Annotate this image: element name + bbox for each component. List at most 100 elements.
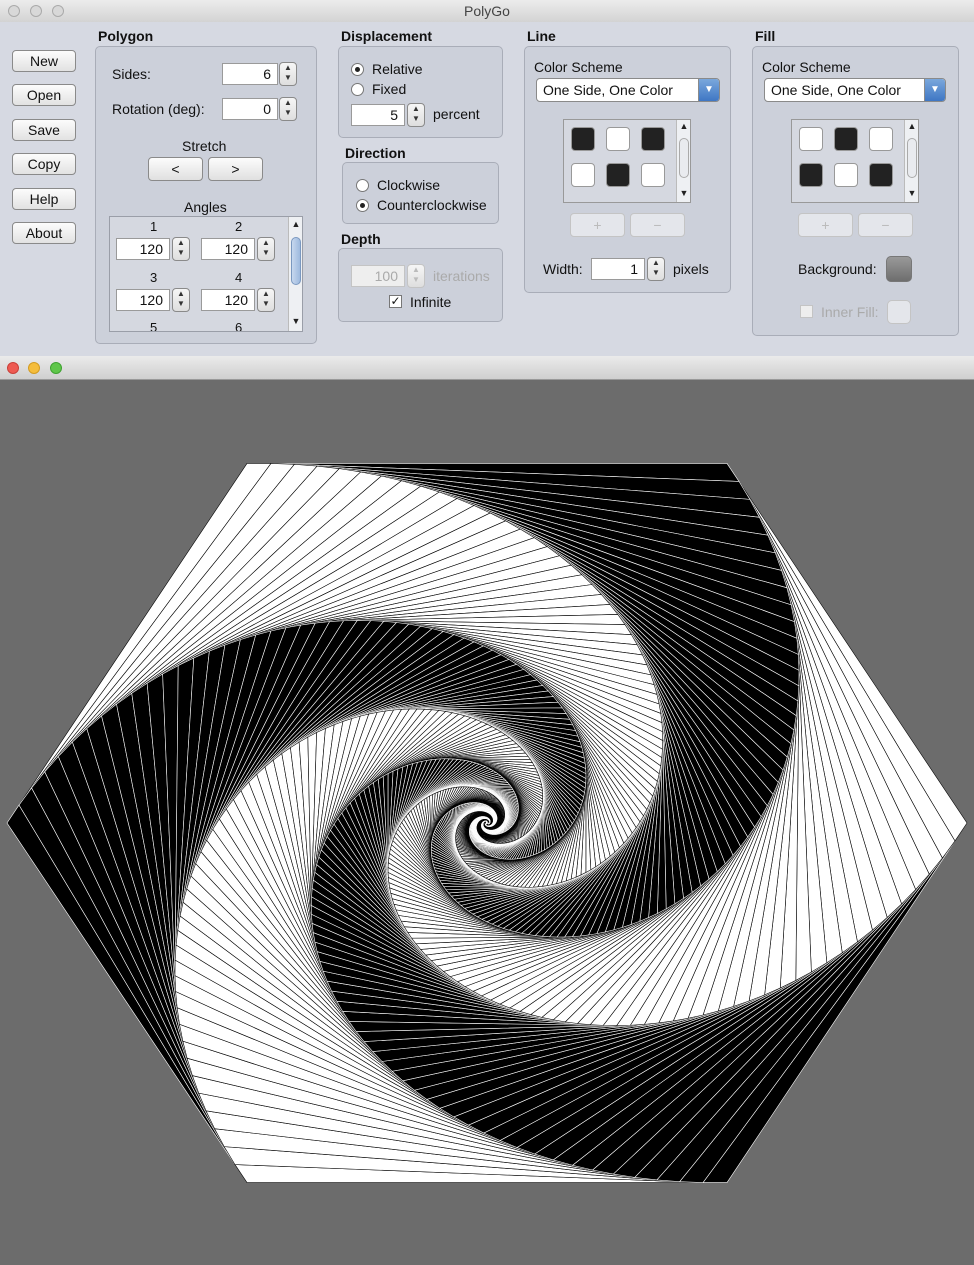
angles-list[interactable]: 1 2 120 ▲ ▼ 120 ▲ ▼ 3 4 120 ▲ ▼ 120 ▲ ▼ 5 6 … [109,216,303,332]
line-swatch[interactable] [571,163,595,187]
fill-group-title: Fill [755,28,776,44]
copy-button[interactable]: Copy [12,153,76,175]
stretch-label: Stretch [182,138,227,154]
fill-remove-color-button[interactable]: − [858,213,913,237]
fill-scheme-label: Color Scheme [762,59,851,75]
clockwise-label: Clockwise [377,177,441,193]
line-group-title: Line [527,28,556,44]
line-width-stepper[interactable]: ▲ ▼ [647,257,665,281]
fill-swatch[interactable] [799,127,823,151]
angle-4-stepper[interactable]: ▲ ▼ [257,288,275,312]
fill-swatch[interactable] [834,127,858,151]
line-swatch[interactable] [606,163,630,187]
scroll-down-icon[interactable]: ▼ [289,316,302,326]
angle-3-stepper[interactable]: ▲ ▼ [172,288,190,312]
counterclockwise-radio[interactable] [356,199,369,212]
angle-index: 4 [235,270,243,285]
line-width-label: Width: [543,261,583,277]
angle-index: 5 [150,320,158,332]
scroll-up-icon[interactable]: ▲ [289,219,302,229]
chevron-down-icon: ▼ [924,79,945,101]
line-swatch[interactable] [606,127,630,151]
sides-stepper[interactable]: ▲ ▼ [279,62,297,86]
line-width-input[interactable]: 1 [591,258,645,280]
scroll-thumb[interactable] [679,138,689,178]
drawing-window-titlebar [0,356,974,380]
line-swatch[interactable] [641,163,665,187]
fill-scheme-select[interactable]: One Side, One Color ▼ [764,78,946,102]
background-color-button[interactable] [886,256,912,282]
scroll-thumb[interactable] [291,237,301,285]
iterations-stepper[interactable]: ▲ ▼ [407,264,425,288]
depth-group-title: Depth [341,231,381,247]
angles-scrollbar[interactable]: ▲ ▼ [288,217,302,331]
line-swatch[interactable] [571,127,595,151]
angle-2-stepper[interactable]: ▲ ▼ [257,237,275,261]
zoom-window-icon[interactable] [50,362,62,374]
fill-add-color-button[interactable]: + [798,213,853,237]
angle-2-input[interactable]: 120 [201,238,255,260]
relative-radio[interactable] [351,63,364,76]
angles-label: Angles [184,199,227,215]
minimize-window-icon[interactable] [28,362,40,374]
infinite-label: Infinite [410,294,452,310]
rotation-stepper[interactable]: ▲ ▼ [279,97,297,121]
about-button[interactable]: About [12,222,76,244]
rotation-label: Rotation (deg): [112,101,205,117]
fill-swatch[interactable] [869,127,893,151]
direction-group-title: Direction [345,145,406,161]
line-scheme-label: Color Scheme [534,59,623,75]
line-swatch-scrollbar[interactable]: ▲ ▼ [676,120,690,202]
open-button[interactable]: Open [12,84,76,106]
chevron-down-icon: ▼ [698,79,719,101]
line-swatch-list[interactable]: ▲ ▼ [563,119,691,203]
angle-1-input[interactable]: 120 [116,238,170,260]
line-width-unit: pixels [673,261,709,277]
fill-swatch[interactable] [799,163,823,187]
scroll-down-icon[interactable]: ▼ [677,188,691,198]
counterclockwise-label: Counterclockwise [377,197,487,213]
scroll-up-icon[interactable]: ▲ [677,121,691,131]
infinite-checkbox[interactable]: ✓ [389,295,402,308]
close-window-icon[interactable] [7,362,19,374]
angle-index: 6 [235,320,243,332]
angle-index: 2 [235,219,243,234]
fill-swatch-scrollbar[interactable]: ▲ ▼ [904,120,918,202]
scroll-down-icon[interactable]: ▼ [905,188,919,198]
iterations-input[interactable]: 100 [351,265,405,287]
inner-fill-checkbox[interactable] [800,305,813,318]
line-swatch[interactable] [641,127,665,151]
fill-swatch[interactable] [834,163,858,187]
scroll-thumb[interactable] [907,138,917,178]
displacement-group-title: Displacement [341,28,433,44]
displacement-input[interactable]: 5 [351,104,405,126]
help-button[interactable]: Help [12,188,76,210]
line-remove-color-button[interactable]: − [630,213,685,237]
drawing-canvas[interactable] [0,380,974,1265]
line-add-color-button[interactable]: + [570,213,625,237]
fixed-radio[interactable] [351,83,364,96]
angle-4-input[interactable]: 120 [201,289,255,311]
angle-1-stepper[interactable]: ▲ ▼ [172,237,190,261]
sides-label: Sides: [112,66,151,82]
stretch-right-button[interactable]: > [208,157,263,181]
relative-label: Relative [372,61,423,77]
control-panel: New Open Save Copy Help About Polygon Si… [0,22,974,356]
line-scheme-value: One Side, One Color [543,82,673,98]
stretch-left-button[interactable]: < [148,157,203,181]
scroll-up-icon[interactable]: ▲ [905,121,919,131]
new-button[interactable]: New [12,50,76,72]
displacement-stepper[interactable]: ▲ ▼ [407,103,425,127]
displacement-unit: percent [433,106,480,122]
clockwise-radio[interactable] [356,179,369,192]
fill-swatch[interactable] [869,163,893,187]
fill-swatch-list[interactable]: ▲ ▼ [791,119,919,203]
line-scheme-select[interactable]: One Side, One Color ▼ [536,78,720,102]
sides-input[interactable]: 6 [222,63,278,85]
background-label: Background: [798,261,877,277]
angle-3-input[interactable]: 120 [116,289,170,311]
save-button[interactable]: Save [12,119,76,141]
angle-index: 1 [150,219,158,234]
inner-fill-color-button[interactable] [887,300,911,324]
rotation-input[interactable]: 0 [222,98,278,120]
